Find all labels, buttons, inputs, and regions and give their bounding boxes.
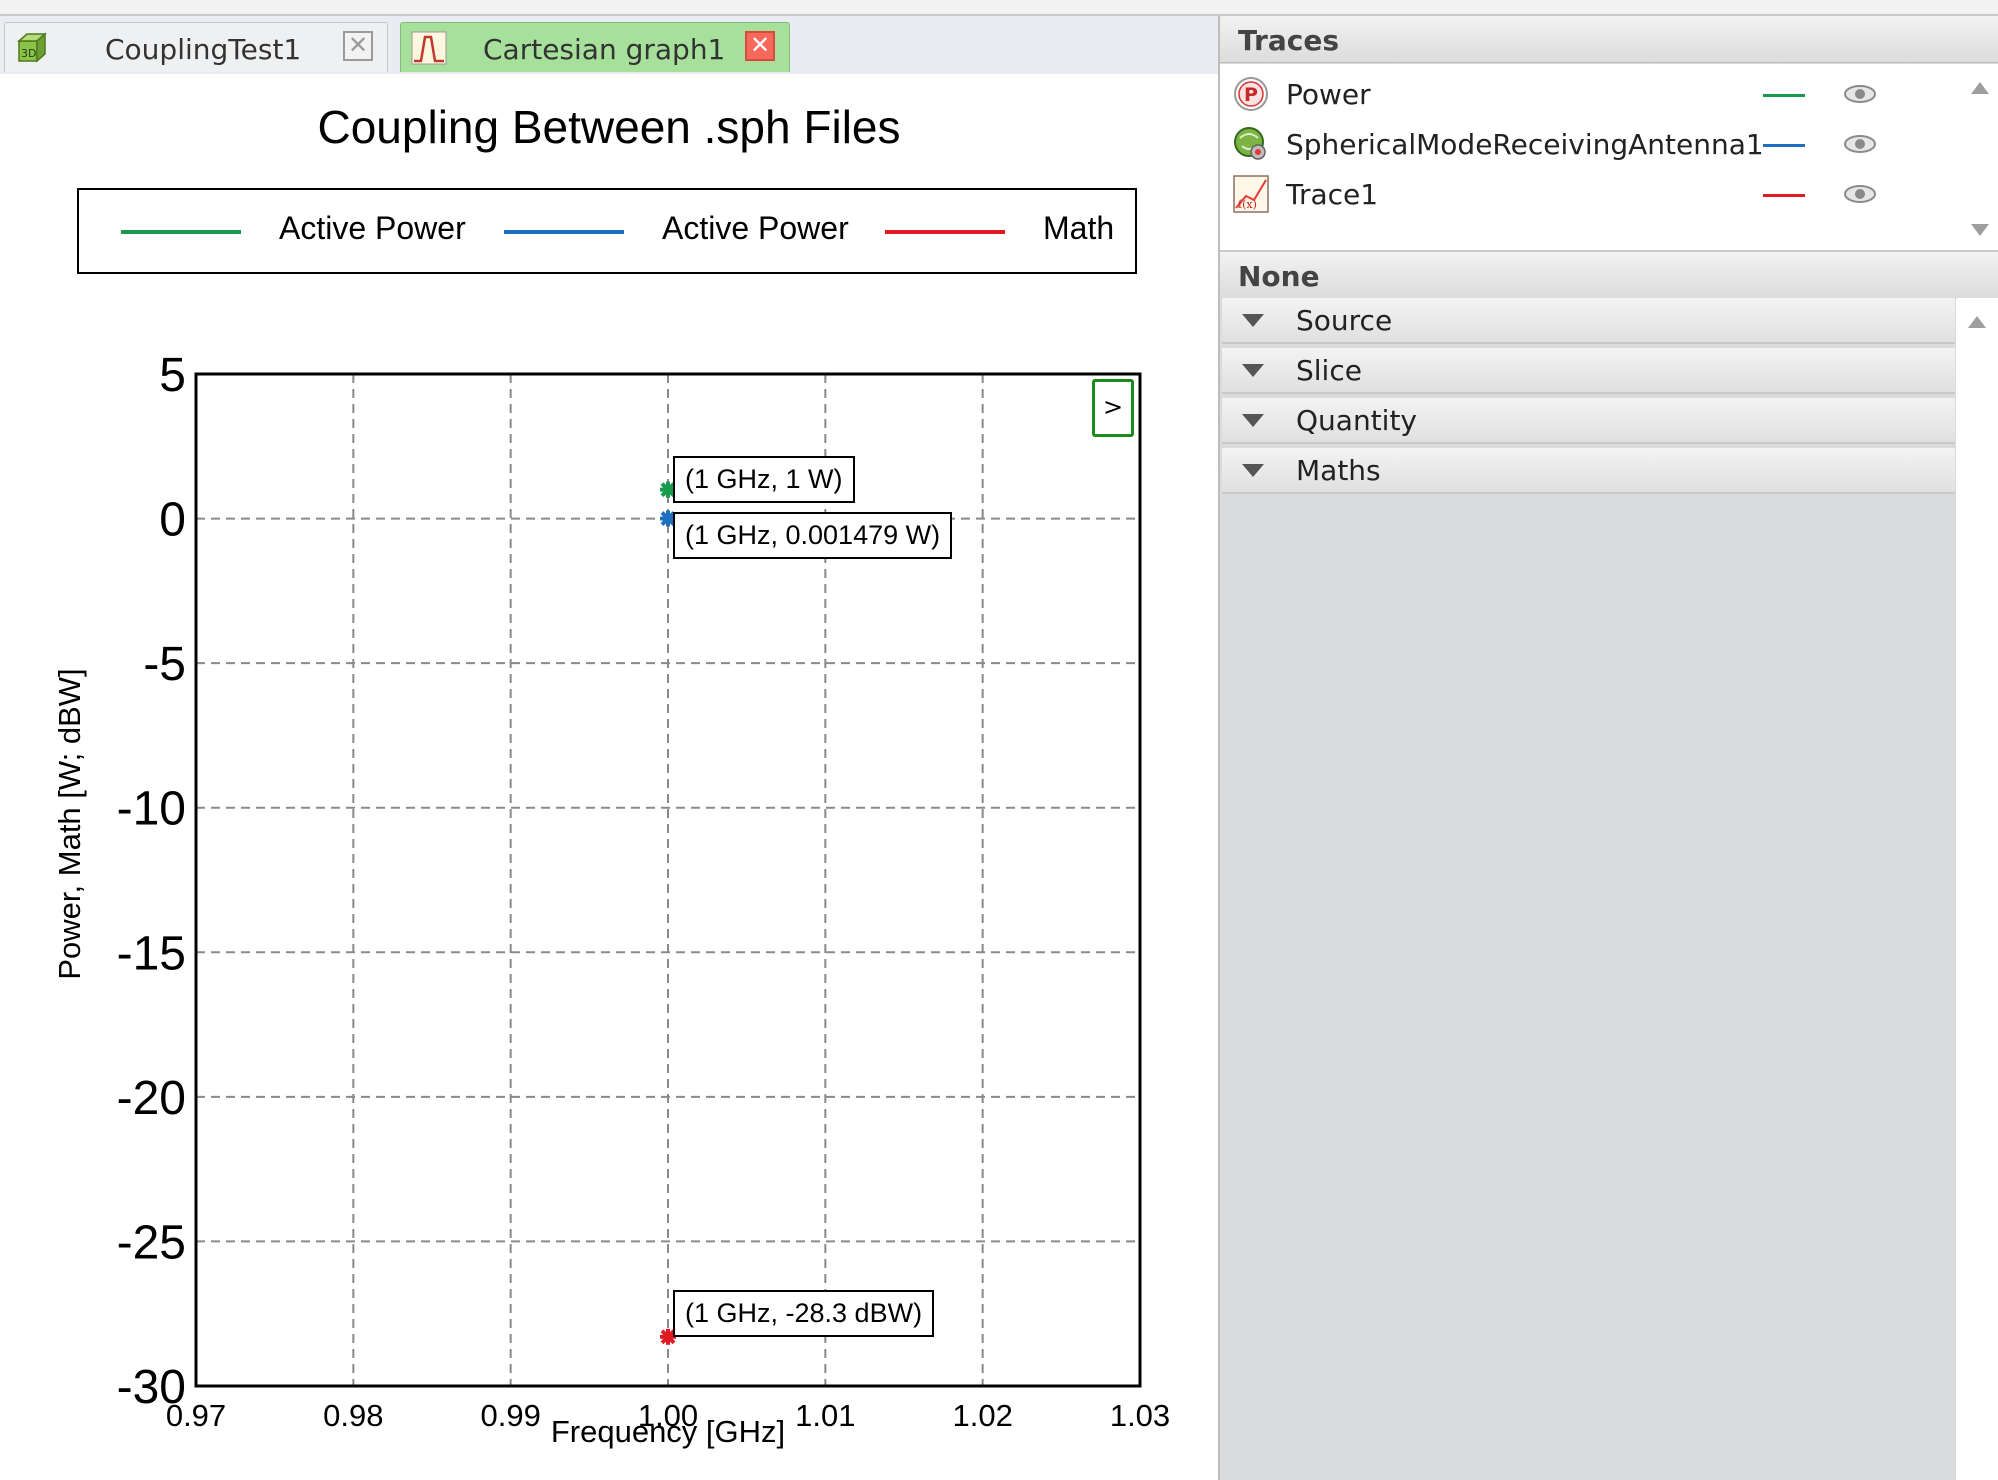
trace-item-power[interactable]: P Power <box>1220 70 1960 120</box>
eye-icon[interactable] <box>1842 182 1878 206</box>
window-top-strip <box>0 0 1998 16</box>
document-tab-bar: 3D CouplingTest1 ✕ Cartesian graph1 ✕ <box>0 16 1218 75</box>
collapse-arrow-icon <box>1242 314 1264 327</box>
section-label: Quantity <box>1296 404 1417 437</box>
traces-panel-title: Traces <box>1238 24 1339 57</box>
trace-name: Power <box>1286 78 1371 111</box>
section-maths[interactable]: Maths <box>1222 448 1955 494</box>
section-label: Slice <box>1296 354 1362 387</box>
section-quantity[interactable]: Quantity <box>1222 398 1955 444</box>
trace-item-trace1[interactable]: f(x) Trace1 <box>1220 170 1960 220</box>
expand-panel-button[interactable]: > <box>1092 379 1134 437</box>
y-tick-label: -20 <box>117 1072 186 1125</box>
math-trace-icon: f(x) <box>1233 175 1269 213</box>
tab-cartesian-graph1[interactable]: Cartesian graph1 ✕ <box>400 22 790 72</box>
collapse-arrow-icon <box>1242 464 1264 477</box>
side-panel: Traces P Power SphericalModeReceivingAnt… <box>1220 16 1998 1480</box>
y-tick-label: -25 <box>117 1216 186 1269</box>
section-source[interactable]: Source <box>1222 298 1955 344</box>
x-axis-label: Frequency [GHz] <box>550 1414 786 1449</box>
scroll-down-icon[interactable] <box>1971 224 1989 236</box>
y-tick-label: 5 <box>159 349 186 402</box>
graph-area: Coupling Between .sph Files Active Power… <box>0 74 1218 1480</box>
trace-color-line <box>1763 94 1805 97</box>
svg-text:P: P <box>1244 84 1258 106</box>
svg-text:f(x): f(x) <box>1238 198 1257 211</box>
trace-name: Trace1 <box>1286 178 1379 211</box>
trace-name: SphericalModeReceivingAntenna1 <box>1286 128 1764 161</box>
data-label-red: (1 GHz, -28.3 dBW) <box>673 1290 935 1337</box>
collapse-arrow-icon <box>1242 414 1264 427</box>
section-label: Source <box>1296 304 1393 337</box>
x-tick-label: 0.98 <box>323 1398 383 1433</box>
3d-model-icon: 3D <box>17 32 47 63</box>
y-tick-label: -15 <box>117 927 186 980</box>
document-pane: 3D CouplingTest1 ✕ Cartesian graph1 ✕ Co… <box>0 16 1220 1480</box>
eye-icon[interactable] <box>1842 82 1878 106</box>
properties-panel-title: None <box>1238 260 1320 293</box>
section-slice[interactable]: Slice <box>1222 348 1955 394</box>
y-tick-label: -30 <box>117 1361 186 1414</box>
trace-color-line <box>1763 194 1805 197</box>
trace-color-line <box>1763 144 1805 147</box>
power-icon: P <box>1234 77 1268 111</box>
properties-panel-header: None <box>1220 252 1998 299</box>
close-icon[interactable]: ✕ <box>343 31 373 61</box>
traces-list: P Power SphericalModeReceivingAntenna1 f… <box>1220 64 1998 252</box>
collapse-arrow-icon <box>1242 364 1264 377</box>
trace-item-antenna[interactable]: SphericalModeReceivingAntenna1 <box>1220 120 1960 170</box>
data-label-blue: (1 GHz, 0.001479 W) <box>673 512 953 559</box>
x-tick-label: 1.01 <box>795 1398 855 1433</box>
scroll-up-icon[interactable] <box>1968 316 1986 328</box>
data-label-green: (1 GHz, 1 W) <box>673 456 855 503</box>
tab-label: Cartesian graph1 <box>483 33 726 66</box>
properties-body: Source Slice Quantity Maths <box>1220 298 1955 1480</box>
y-axis-label: Power, Math [W; dBW] <box>52 668 87 980</box>
section-label: Maths <box>1296 454 1381 487</box>
tab-label: CouplingTest1 <box>105 33 302 66</box>
y-tick-label: -5 <box>143 638 186 691</box>
plot-canvas[interactable]: 0.97 0.98 0.99 1.00 1.01 1.02 1.0350-5-10-15-2… <box>0 74 1218 1480</box>
scroll-up-icon[interactable] <box>1971 82 1989 94</box>
eye-icon[interactable] <box>1842 132 1878 156</box>
tab-coupling-test1[interactable]: 3D CouplingTest1 ✕ <box>4 22 388 72</box>
y-tick-label: -10 <box>117 783 186 836</box>
y-tick-label: 0 <box>159 494 186 547</box>
cartesian-graph-icon <box>411 31 447 65</box>
antenna-icon <box>1234 127 1266 160</box>
x-tick-label: 1.02 <box>952 1398 1012 1433</box>
svg-text:3D: 3D <box>21 47 36 60</box>
traces-panel-header: Traces <box>1220 16 1998 63</box>
x-tick-label: 1.03 <box>1110 1398 1170 1433</box>
close-icon[interactable]: ✕ <box>745 31 775 61</box>
x-tick-label: 0.99 <box>480 1398 540 1433</box>
properties-scrollbar[interactable] <box>1956 298 1998 1480</box>
